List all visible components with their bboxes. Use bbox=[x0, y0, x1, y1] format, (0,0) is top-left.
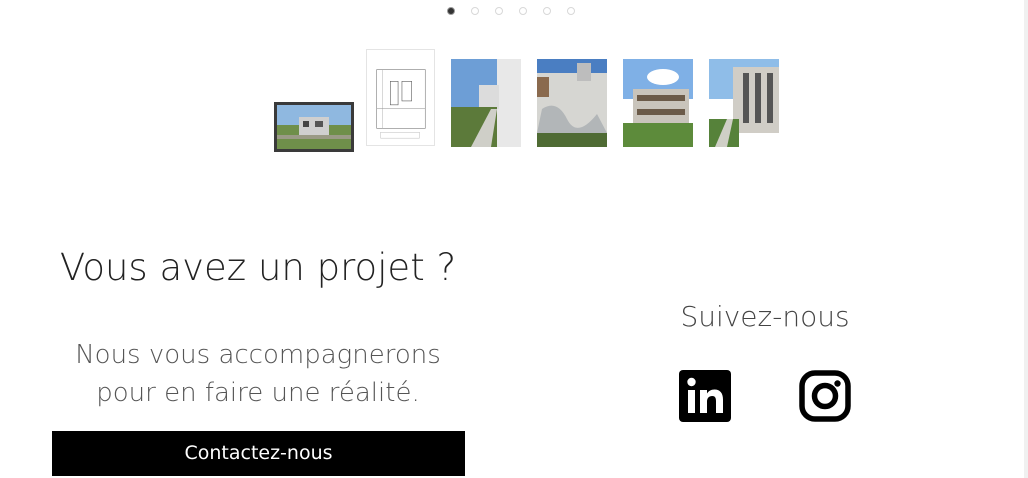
cta-title: Vous avez un projet ? bbox=[59, 246, 457, 289]
thumbnail-floor-plan[interactable] bbox=[366, 49, 435, 146]
carousel-dots bbox=[447, 7, 575, 15]
thumbnail-walkway[interactable] bbox=[451, 59, 521, 147]
thumbnail-facade-shadows[interactable] bbox=[537, 59, 607, 147]
carousel-dot[interactable] bbox=[495, 7, 503, 15]
thumbnail-building-exterior[interactable] bbox=[274, 102, 354, 152]
linkedin-icon bbox=[679, 370, 731, 422]
cta-subtitle-line2: pour en faire une réalité. bbox=[96, 378, 420, 408]
thumbnail-residence-row[interactable] bbox=[709, 59, 779, 147]
scrollbar[interactable] bbox=[1024, 0, 1028, 478]
carousel-dot[interactable] bbox=[543, 7, 551, 15]
instagram-icon bbox=[799, 370, 851, 422]
instagram-link[interactable] bbox=[799, 370, 851, 422]
carousel-dot[interactable] bbox=[471, 7, 479, 15]
cta-subtitle: Nous vous accompagnerons pour en faire u… bbox=[50, 336, 466, 412]
thumbnail-garden-terraces[interactable] bbox=[623, 59, 693, 147]
cta-subtitle-line1: Nous vous accompagnerons bbox=[75, 340, 441, 370]
carousel-dot[interactable] bbox=[519, 7, 527, 15]
carousel-dot[interactable] bbox=[567, 7, 575, 15]
contact-button[interactable]: Contactez-nous bbox=[52, 431, 465, 476]
follow-title: Suivez-nous bbox=[680, 300, 850, 333]
carousel-dot[interactable] bbox=[447, 7, 455, 15]
linkedin-link[interactable] bbox=[679, 370, 731, 422]
